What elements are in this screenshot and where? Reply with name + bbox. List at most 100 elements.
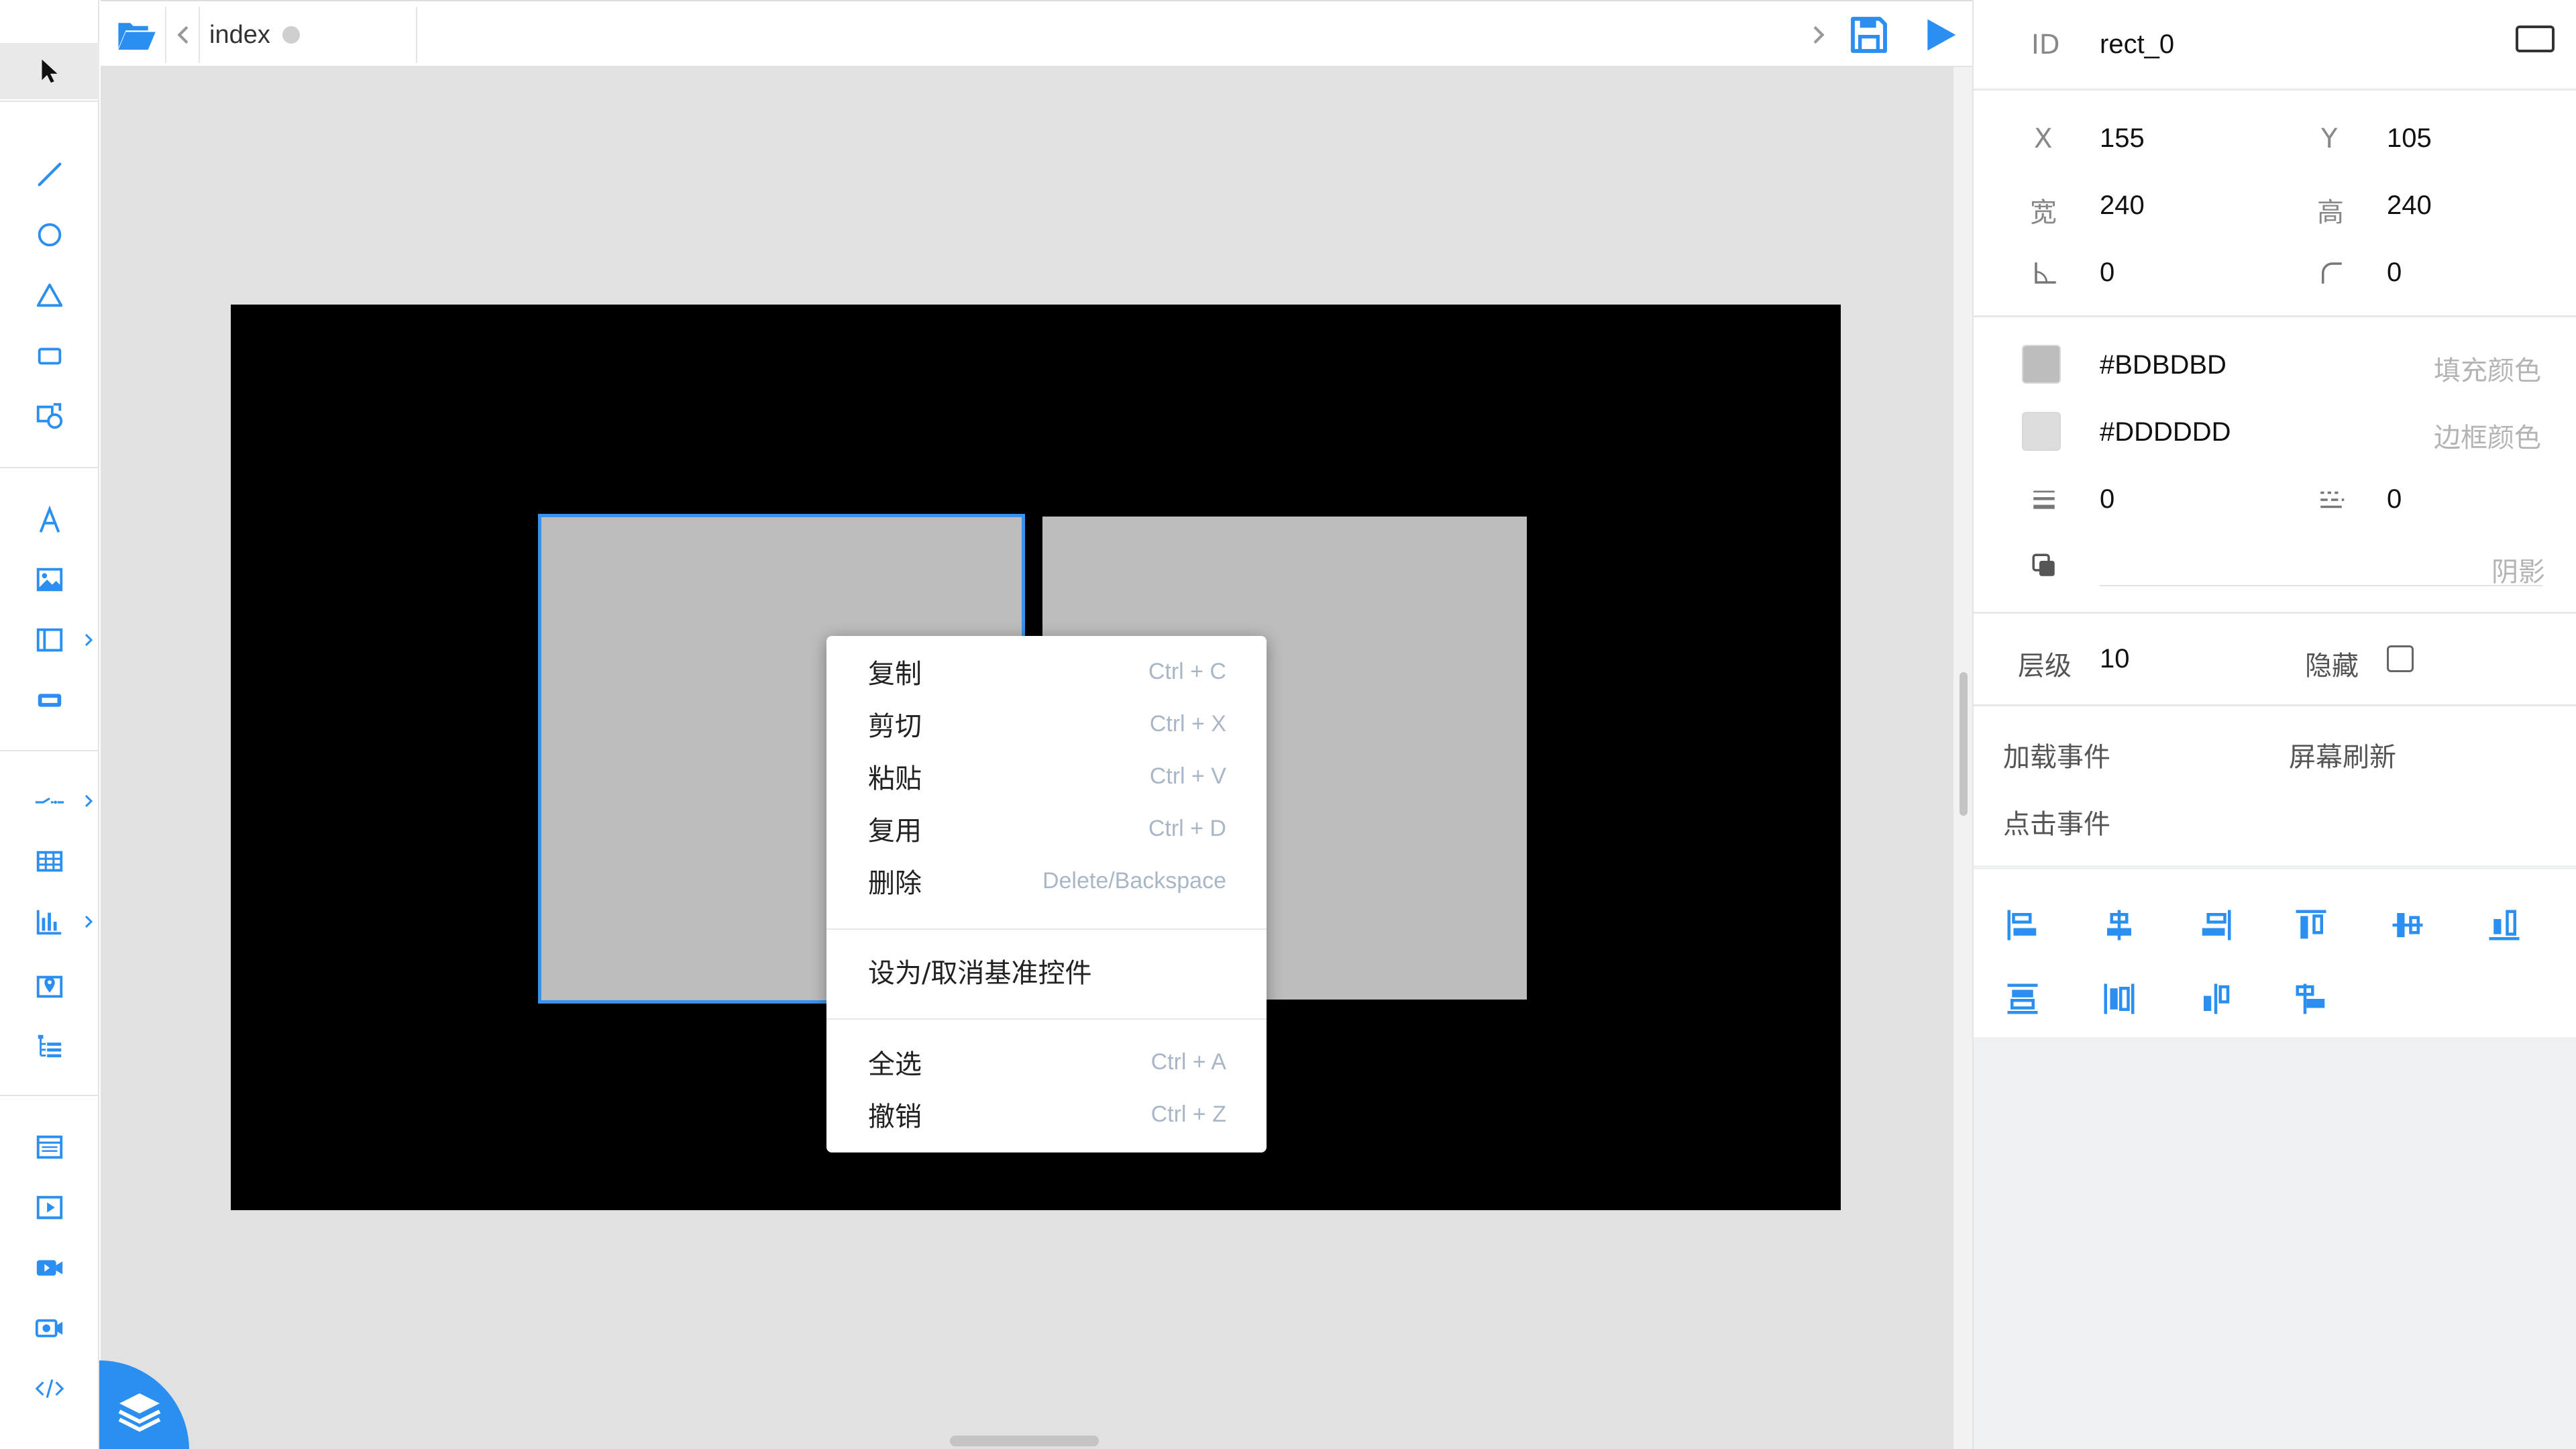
angle-input[interactable]: 0	[2100, 258, 2114, 288]
fill-color-swatch[interactable]	[2022, 345, 2061, 384]
menu-item-select-all[interactable]: 全选 Ctrl + A	[826, 1036, 1267, 1088]
equal-size-button[interactable]	[2293, 981, 2329, 1017]
equal-spacing-button[interactable]	[2198, 981, 2234, 1017]
x-input[interactable]: 155	[2100, 123, 2145, 154]
menu-item-delete[interactable]: 删除 Delete/Backspace	[826, 855, 1267, 907]
menu-item-cut[interactable]: 剪切 Ctrl + X	[826, 698, 1267, 750]
radius-input[interactable]: 0	[2387, 258, 2402, 288]
border-color-swatch[interactable]	[2022, 412, 2061, 451]
code-icon	[35, 1379, 64, 1398]
chart-tool[interactable]	[0, 894, 99, 950]
switch-icon	[35, 797, 64, 804]
toolbar-divider	[0, 467, 99, 468]
chevron-right-icon	[85, 794, 93, 808]
toolbar-divider	[0, 750, 99, 751]
top-bar: index	[101, 0, 1972, 67]
text-tool[interactable]	[0, 492, 99, 549]
equal-size-icon	[2296, 983, 2325, 1014]
open-file-button[interactable]	[107, 7, 166, 63]
hidden-checkbox[interactable]	[2387, 645, 2414, 672]
toolbar-divider	[0, 101, 99, 102]
video-tool[interactable]	[0, 1240, 99, 1296]
menu-item-copy[interactable]: 复制 Ctrl + C	[826, 645, 1267, 698]
button-tool[interactable]	[0, 672, 99, 729]
border-color-value[interactable]: #DDDDDD	[2100, 417, 2231, 447]
screen-refresh-link[interactable]: 屏幕刷新	[2289, 735, 2396, 774]
width-input[interactable]: 240	[2100, 191, 2145, 221]
media-tool[interactable]	[0, 1179, 99, 1236]
image-icon	[36, 568, 63, 592]
distribute-horizontal-button[interactable]	[2101, 981, 2137, 1017]
tab-label: index	[209, 20, 270, 49]
triangle-tool[interactable]	[0, 267, 99, 323]
rectangle-tool[interactable]	[0, 327, 99, 384]
menu-item-undo[interactable]: 撤销 Ctrl + Z	[826, 1088, 1267, 1140]
load-event-link[interactable]: 加载事件	[2003, 735, 2110, 774]
id-value[interactable]: rect_0	[2100, 30, 2174, 60]
menu-item-duplicate[interactable]: 复用 Ctrl + D	[826, 802, 1267, 855]
id-toggle-button[interactable]	[2516, 25, 2555, 52]
text-a-icon	[39, 505, 60, 533]
border-dash-input[interactable]: 0	[2387, 484, 2402, 515]
save-icon[interactable]	[1847, 13, 1890, 56]
circle-icon	[38, 223, 62, 247]
run-play-icon[interactable]	[1921, 13, 1959, 56]
align-right-button[interactable]	[2198, 907, 2234, 943]
align-center-h-button[interactable]	[2101, 907, 2137, 943]
distribute-vertical-button[interactable]	[2004, 981, 2041, 1017]
border-width-input[interactable]: 0	[2100, 484, 2114, 515]
circle-tool[interactable]	[0, 207, 99, 263]
line-tool[interactable]	[0, 146, 99, 203]
map-pin-icon	[36, 975, 63, 998]
properties-content: ID rect_0 X 155 Y 105 宽 240 高 240 0 0 #B…	[1974, 0, 2576, 1037]
panel-divider	[1974, 89, 2576, 91]
image-tool[interactable]	[0, 551, 99, 608]
click-event-link[interactable]: 点击事件	[2003, 802, 2110, 841]
switch-tool[interactable]	[0, 773, 99, 829]
layer-input[interactable]: 10	[2100, 644, 2130, 674]
vertical-scrollbar-thumb[interactable]	[1960, 672, 1968, 816]
menu-divider	[826, 1018, 1267, 1020]
y-input[interactable]: 105	[2387, 123, 2432, 154]
pointer-tool[interactable]	[0, 43, 99, 99]
height-label: 高	[2317, 197, 2344, 228]
map-tool[interactable]	[0, 958, 99, 1014]
menu-item-label: 设为/取消基准控件	[868, 958, 1092, 989]
panel-icon	[36, 628, 63, 652]
angle-icon	[2035, 262, 2056, 284]
height-input[interactable]: 240	[2387, 191, 2432, 221]
align-bottom-button[interactable]	[2486, 907, 2522, 943]
table-tool[interactable]	[0, 833, 99, 890]
tree-tool[interactable]	[0, 1018, 99, 1075]
align-top-button[interactable]	[2293, 907, 2329, 943]
menu-item-paste[interactable]: 粘贴 Ctrl + V	[826, 750, 1267, 802]
fill-color-value[interactable]: #BDBDBD	[2100, 350, 2226, 380]
menu-divider	[826, 928, 1267, 930]
y-label: Y	[2321, 123, 2338, 154]
camera-tool[interactable]	[0, 1300, 99, 1356]
tab-next-icon[interactable]	[1805, 20, 1831, 50]
code-tool[interactable]	[0, 1360, 99, 1417]
menu-item-label: 删除	[868, 868, 922, 899]
chevron-right-icon	[85, 915, 93, 928]
tab-prev-icon[interactable]	[170, 20, 197, 50]
align-middle-v-button[interactable]	[2390, 907, 2426, 943]
menu-item-shortcut: Ctrl + V	[1149, 763, 1226, 789]
context-menu: 复制 Ctrl + C 剪切 Ctrl + X 粘贴 Ctrl + V 复用 C…	[826, 636, 1267, 1152]
shapes-icon	[36, 402, 63, 429]
align-left-button[interactable]	[2004, 907, 2041, 943]
vertical-scrollbar[interactable]	[1953, 67, 1974, 1449]
line-icon	[38, 162, 62, 186]
menu-item-label: 全选	[868, 1049, 922, 1080]
folder-open-icon	[118, 23, 156, 50]
shadow-input-underline[interactable]	[2100, 585, 2542, 586]
hidden-label: 隐藏	[2305, 651, 2359, 682]
shapes-tool[interactable]	[0, 388, 99, 444]
tab-index[interactable]: index	[199, 7, 417, 63]
properties-panel: ID rect_0 X 155 Y 105 宽 240 高 240 0 0 #B…	[1972, 0, 2576, 1449]
panel-tool[interactable]	[0, 612, 99, 668]
distribute-vertical-icon	[2007, 983, 2038, 1014]
horizontal-scrollbar-thumb[interactable]	[950, 1436, 1099, 1446]
menu-item-set-baseline[interactable]: 设为/取消基准控件	[826, 945, 1267, 997]
webpage-tool[interactable]	[0, 1119, 99, 1175]
